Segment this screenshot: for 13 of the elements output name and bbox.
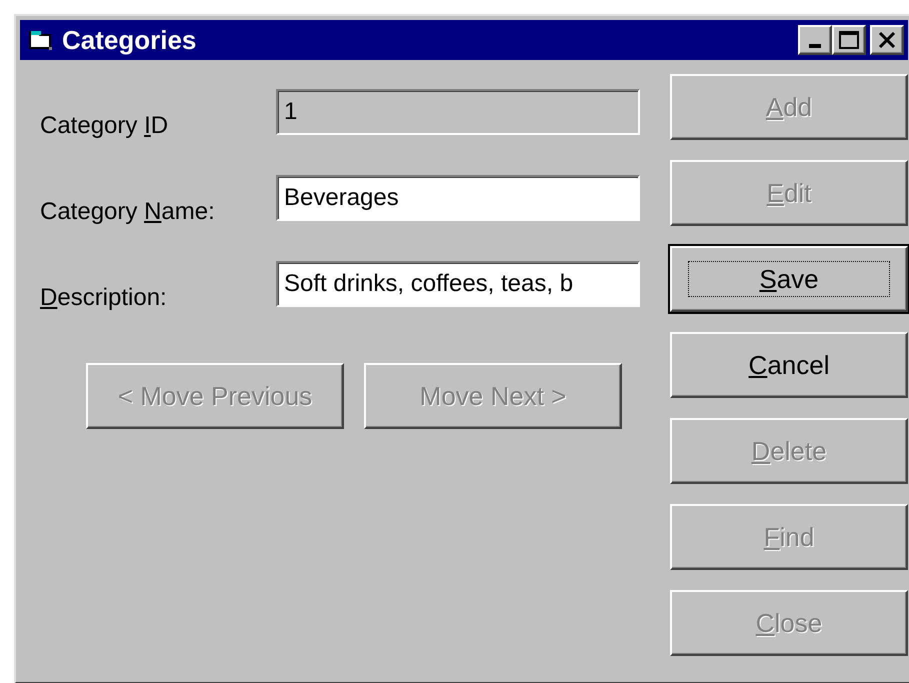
window-icon — [28, 28, 54, 52]
action-button[interactable]: Save — [670, 246, 908, 312]
field-label: Category Name: — [40, 197, 216, 227]
action-button[interactable]: Cancel — [670, 332, 908, 398]
maximize-button[interactable] — [832, 25, 866, 55]
window-title: Categories — [62, 24, 196, 56]
minimize-button[interactable] — [798, 25, 832, 55]
field-label: Description: — [40, 283, 168, 313]
close-icon — [878, 32, 896, 48]
text-field[interactable]: Soft drinks, coffees, teas, b — [276, 261, 640, 307]
close-button[interactable] — [870, 25, 904, 55]
text-field[interactable]: Beverages — [276, 175, 640, 221]
field-label: Category ID — [40, 111, 170, 141]
